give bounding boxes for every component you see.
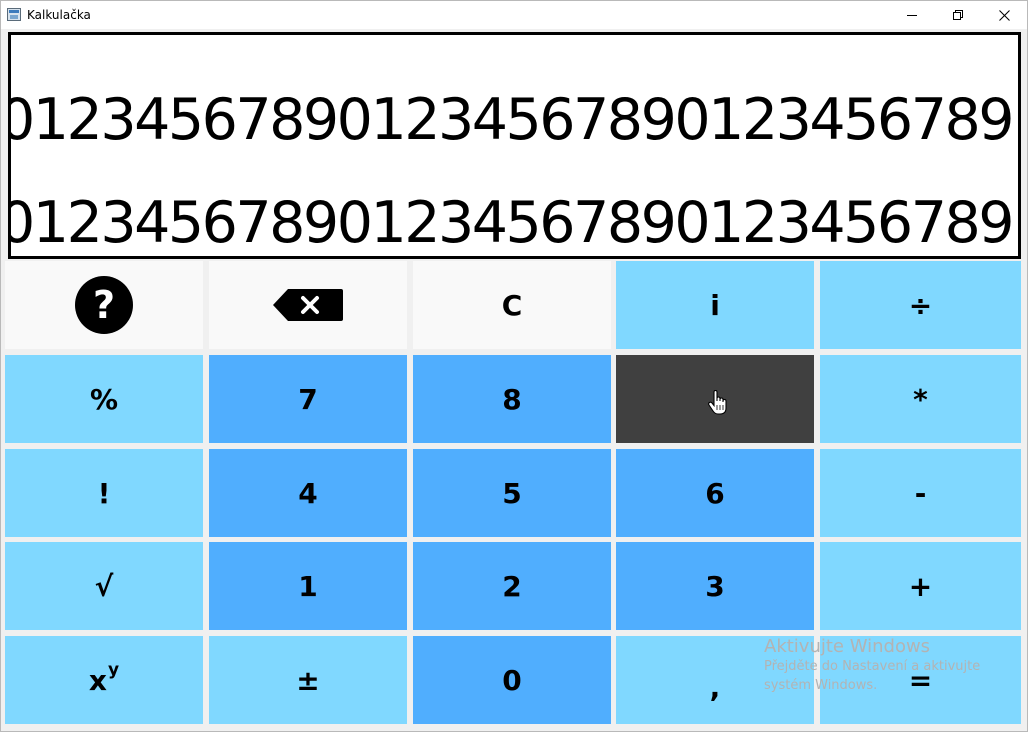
digit-3-button[interactable]: 3 <box>616 542 814 630</box>
window-title: Kalkulačka <box>27 8 91 22</box>
calculator-display: 012345678901234567890123456789 890123456… <box>8 32 1021 259</box>
power-exponent-label: y <box>107 660 120 680</box>
sqrt-button[interactable]: √ <box>5 542 203 630</box>
percent-button[interactable]: % <box>5 355 203 443</box>
svg-text:?: ? <box>93 283 115 327</box>
digit-2-button[interactable]: 2 <box>413 542 611 630</box>
help-icon: ? <box>75 276 133 334</box>
app-icon <box>7 8 21 21</box>
close-icon <box>998 9 1010 21</box>
multiply-button[interactable]: * <box>820 355 1021 443</box>
digit-6-button[interactable]: 6 <box>616 449 814 537</box>
comma-button[interactable]: , <box>616 636 814 724</box>
display-expression: 012345678901234567890123456789 <box>8 87 1014 153</box>
keypad: ? C i ÷ % 7 8 * ! 4 5 6 - √ 1 2 3 + x y … <box>5 261 1025 729</box>
minus-button[interactable]: - <box>820 449 1021 537</box>
digit-5-button[interactable]: 5 <box>413 449 611 537</box>
digit-0-button[interactable]: 0 <box>413 636 611 724</box>
digit-7-button[interactable]: 7 <box>209 355 407 443</box>
restore-icon <box>953 10 963 20</box>
clear-button[interactable]: C <box>413 261 611 349</box>
minimize-icon <box>907 15 917 16</box>
backspace-icon <box>273 289 343 321</box>
plus-button[interactable]: + <box>820 542 1021 630</box>
digit-4-button[interactable]: 4 <box>209 449 407 537</box>
digit-1-button[interactable]: 1 <box>209 542 407 630</box>
close-button[interactable] <box>981 1 1027 29</box>
factorial-button[interactable]: ! <box>5 449 203 537</box>
backspace-button[interactable] <box>209 261 407 349</box>
plus-minus-button[interactable]: ± <box>209 636 407 724</box>
minimize-button[interactable] <box>889 1 935 29</box>
hand-cursor-icon <box>708 390 727 415</box>
power-base-label: x <box>88 663 107 697</box>
digit-8-button[interactable]: 8 <box>413 355 611 443</box>
restore-button[interactable] <box>935 1 981 29</box>
power-button[interactable]: xy <box>5 636 203 724</box>
info-button[interactable]: i <box>616 261 814 349</box>
title-bar: Kalkulačka <box>1 1 1027 29</box>
calculator-window: Kalkulačka 01234567890123456789012345678… <box>0 0 1028 732</box>
help-button[interactable]: ? <box>5 261 203 349</box>
equals-button[interactable]: = <box>820 636 1021 724</box>
display-result: 8901234567890123456789012345678901234567… <box>8 190 1015 256</box>
divide-button[interactable]: ÷ <box>820 261 1021 349</box>
